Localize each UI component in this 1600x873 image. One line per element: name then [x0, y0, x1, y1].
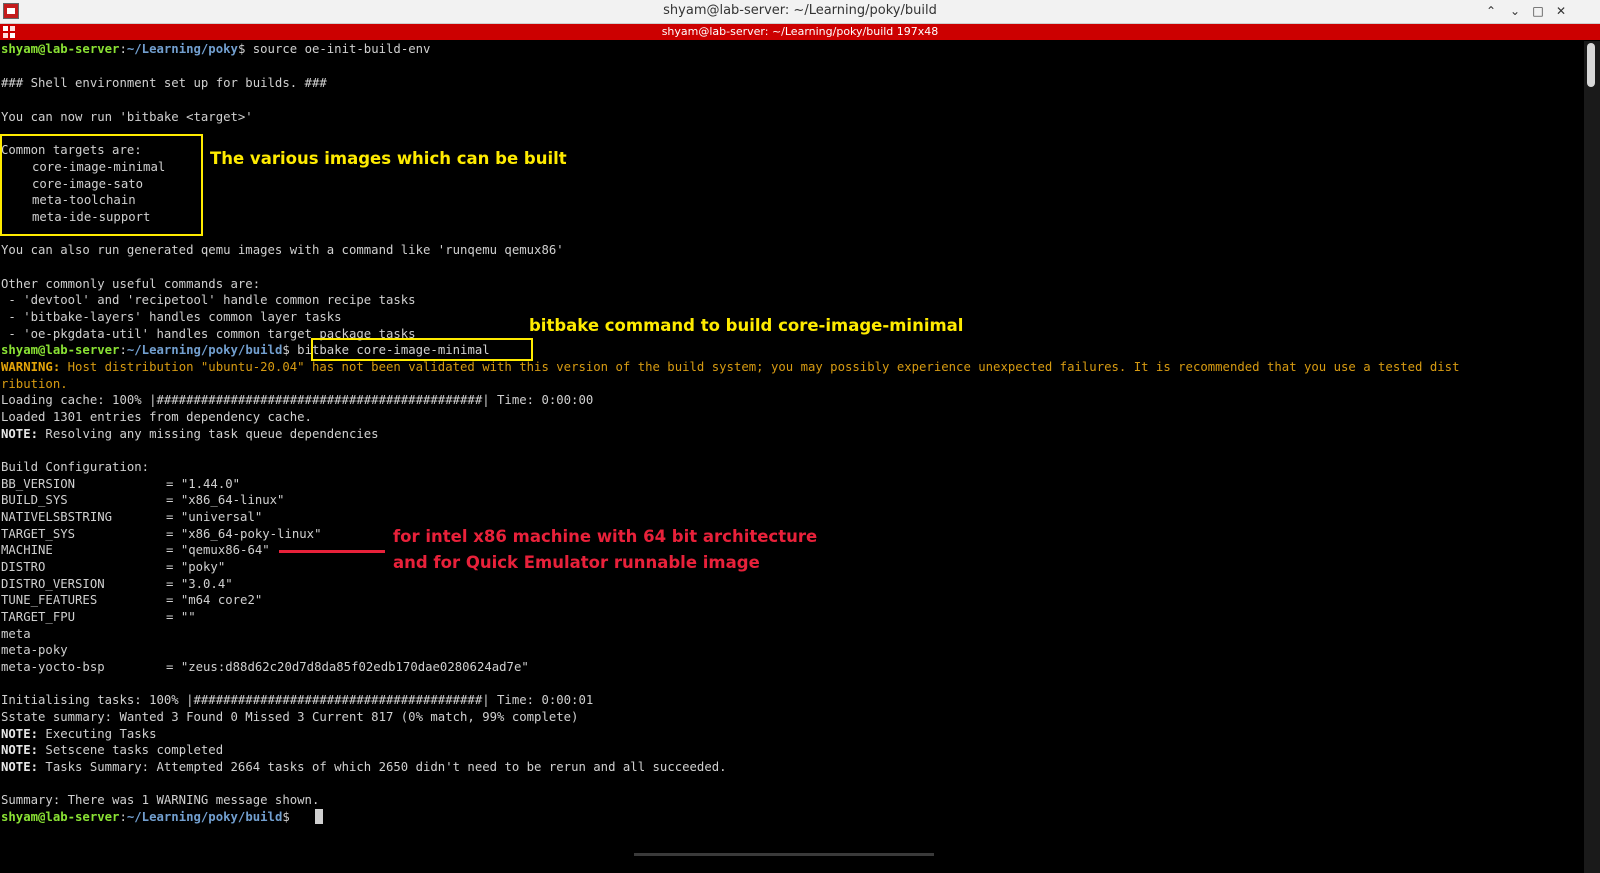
layer-value: = "zeus:d88d62c20d7d8da85f02edb170dae028…	[166, 660, 529, 674]
note-text: Resolving any missing task queue depende…	[38, 427, 379, 441]
config-key: TUNE_FEATURES	[1, 593, 98, 607]
bottom-handle[interactable]	[634, 853, 934, 856]
config-row: MACHINE	[1, 542, 53, 559]
annotation-machine-line2: and for Quick Emulator runnable image	[393, 553, 760, 572]
layer-row: meta-poky	[1, 643, 68, 657]
config-key: MACHINE	[1, 543, 53, 557]
config-value: = "universal"	[166, 510, 263, 524]
scrollbar-thumb[interactable]	[1587, 43, 1595, 87]
note-label: NOTE:	[1, 727, 39, 741]
config-row: DISTRO	[1, 559, 45, 576]
annotation-bitbake: bitbake command to build core-image-mini…	[529, 316, 964, 335]
layer-value-text: "zeus:d88d62c20d7d8da85f02edb170dae02806…	[180, 660, 529, 674]
config-key: DISTRO	[1, 560, 46, 574]
note-label: NOTE:	[1, 427, 39, 441]
prompt-line: shyam@lab-server:~/Learning/poky$ source…	[1, 42, 431, 56]
tab-title[interactable]: shyam@lab-server: ~/Learning/poky/build …	[0, 25, 1600, 38]
note-line: NOTE: Tasks Summary: Attempted 2664 task…	[1, 759, 727, 776]
layer-row: meta	[1, 627, 31, 641]
config-key: NATIVELSBSTRING	[1, 510, 113, 524]
prompt-path: ~/Learning/poky	[126, 42, 238, 56]
output-line: Initialising tasks: 100% |##############…	[1, 693, 594, 707]
warning-line: ribution.	[1, 377, 68, 391]
config-value-text: "m64 core2"	[180, 593, 263, 607]
prompt-line: shyam@lab-server:~/Learning/poky/build$	[1, 810, 298, 824]
config-value: = "m64 core2"	[166, 593, 263, 607]
note-text: Setscene tasks completed	[38, 743, 224, 757]
annotation-machine-line1: for intel x86 machine with 64 bit archit…	[393, 527, 818, 546]
config-row: NATIVELSBSTRING	[1, 509, 112, 526]
config-key: BB_VERSION	[1, 477, 76, 491]
output-line: ### Shell environment set up for builds.…	[1, 76, 327, 90]
config-row: TARGET_SYS	[1, 526, 75, 543]
config-row: TARGET_FPU	[1, 609, 75, 626]
window-title: shyam@lab-server: ~/Learning/poky/build	[663, 3, 937, 18]
minimize-icon[interactable]: ⌃	[1481, 2, 1501, 20]
config-value: = "x86_64-linux"	[166, 493, 285, 507]
layer-row: meta-yocto-bsp	[1, 660, 105, 674]
config-value-text: "x86_64-linux"	[180, 493, 285, 507]
command-highlight-box	[311, 338, 533, 361]
output-line: Loading cache: 100% |###################…	[1, 393, 594, 407]
annotation-pointer-line	[279, 550, 385, 553]
output-line: Summary: There was 1 WARNING message sho…	[1, 793, 320, 807]
config-value-text: "3.0.4"	[180, 577, 233, 591]
config-key: TARGET_SYS	[1, 527, 76, 541]
tab-bar[interactable]: shyam@lab-server: ~/Learning/poky/build …	[0, 24, 1600, 40]
output-line: - 'devtool' and 'recipetool' handle comm…	[1, 293, 416, 307]
config-key: DISTRO_VERSION	[1, 577, 105, 591]
annotation-images: The various images which can be built	[210, 149, 567, 168]
config-value: = ""	[166, 610, 196, 624]
output-line: Other commonly useful commands are:	[1, 277, 261, 291]
prompt-path: ~/Learning/poky/build	[126, 343, 283, 357]
command-text: source oe-init-build-env	[252, 42, 431, 56]
warning-line: WARNING: Host distribution "ubuntu-20.04…	[1, 359, 1459, 376]
note-label: NOTE:	[1, 760, 39, 774]
output-line: Loaded 1301 entries from dependency cach…	[1, 410, 312, 424]
note-line: NOTE: Executing Tasks	[1, 726, 157, 743]
config-key: TARGET_FPU	[1, 610, 76, 624]
warning-text: Host distribution "ubuntu-20.04" has not…	[60, 360, 1460, 374]
output-line: You can also run generated qemu images w…	[1, 243, 564, 257]
output-line: You can now run 'bitbake <target>'	[1, 110, 253, 124]
config-value: = "poky"	[166, 560, 226, 574]
restore-icon[interactable]: ⌄	[1505, 2, 1525, 20]
prompt-path: ~/Learning/poky/build	[126, 810, 283, 824]
window-titlebar[interactable]: shyam@lab-server: ~/Learning/poky/build …	[0, 0, 1600, 24]
config-row: TUNE_FEATURES	[1, 592, 97, 609]
config-value-text: "1.44.0"	[180, 477, 241, 491]
config-value: = "x86_64-poky-linux"	[166, 527, 322, 541]
config-row: BUILD_SYS	[1, 492, 68, 509]
note-text: Executing Tasks	[38, 727, 157, 741]
scrollbar-track[interactable]	[1584, 41, 1600, 873]
output-line: - 'bitbake-layers' handles common layer …	[1, 310, 342, 324]
note-line: NOTE: Setscene tasks completed	[1, 742, 223, 759]
prompt-user-host: shyam@lab-server	[1, 42, 120, 56]
config-value-text: "x86_64-poky-linux"	[180, 527, 322, 541]
targets-highlight-box	[0, 134, 203, 236]
maximize-icon[interactable]: □	[1528, 2, 1548, 20]
config-row: DISTRO_VERSION	[1, 576, 105, 593]
prompt-user-host: shyam@lab-server	[1, 343, 120, 357]
config-key: BUILD_SYS	[1, 493, 68, 507]
config-value: = "3.0.4"	[166, 577, 233, 591]
config-value-text: "qemux86-64"	[180, 543, 270, 557]
note-label: NOTE:	[1, 743, 39, 757]
config-row: BB_VERSION	[1, 476, 75, 493]
prompt-user-host: shyam@lab-server	[1, 810, 120, 824]
config-value-text: "universal"	[180, 510, 263, 524]
note-line: NOTE: Resolving any missing task queue d…	[1, 426, 379, 443]
output-line: Sstate summary: Wanted 3 Found 0 Missed …	[1, 710, 579, 724]
note-text: Tasks Summary: Attempted 2664 tasks of w…	[38, 760, 727, 774]
config-value: = "1.44.0"	[166, 477, 241, 491]
close-icon[interactable]: ✕	[1551, 2, 1571, 20]
config-value-text: ""	[180, 610, 196, 624]
output-line: Build Configuration:	[1, 460, 150, 474]
config-value: = "qemux86-64"	[166, 543, 270, 557]
config-value-text: "poky"	[180, 560, 226, 574]
warning-label: WARNING:	[1, 360, 61, 374]
terminal-cursor[interactable]	[315, 809, 323, 824]
